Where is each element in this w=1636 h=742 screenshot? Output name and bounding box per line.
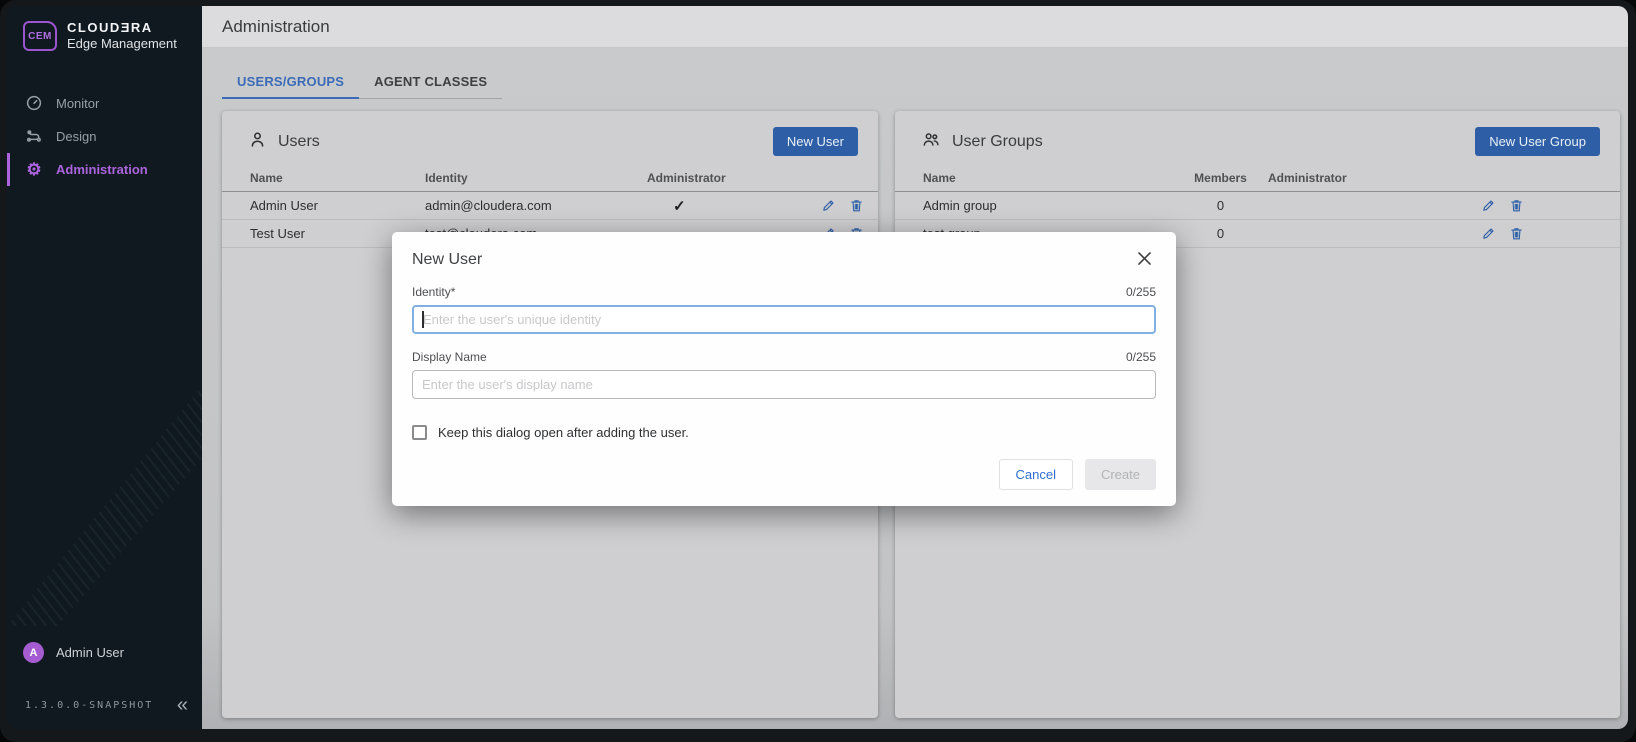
sidebar: CEM CLOUDƎRA Edge Management Monitor xyxy=(7,6,202,729)
sidebar-footer: 1.3.0.0-SNAPSHOT « xyxy=(25,695,188,715)
gear-icon: ⚙ xyxy=(24,161,44,178)
display-name-label: Display Name xyxy=(412,350,487,364)
version-label: 1.3.0.0-SNAPSHOT xyxy=(25,700,153,711)
sidebar-item-monitor[interactable]: Monitor xyxy=(7,87,202,120)
collapse-sidebar-icon[interactable]: « xyxy=(177,695,188,715)
sidebar-stripes-decoration xyxy=(7,386,202,626)
window-frame: CEM CLOUDƎRA Edge Management Monitor xyxy=(0,0,1636,742)
text-caret xyxy=(422,311,424,328)
users-table-header: Name Identity Administrator xyxy=(222,165,878,192)
column-header-members: Members xyxy=(1173,171,1268,185)
identity-input[interactable] xyxy=(412,305,1156,334)
current-user-name: Admin User xyxy=(56,645,124,660)
column-header-name: Name xyxy=(250,171,425,185)
keep-open-checkbox[interactable] xyxy=(412,425,427,440)
brand-name: CLOUDƎRA xyxy=(67,20,177,36)
column-header-administrator: Administrator xyxy=(1268,171,1448,185)
user-groups-panel-title: User Groups xyxy=(952,133,1043,151)
sidebar-item-label: Monitor xyxy=(56,96,99,111)
current-user[interactable]: A Admin User xyxy=(23,642,124,663)
sidebar-item-design[interactable]: Design xyxy=(7,120,202,153)
new-user-dialog: New User Identity* 0/255 xyxy=(392,232,1176,506)
sidebar-item-label: Administration xyxy=(56,162,148,177)
users-panel-title: Users xyxy=(278,133,320,151)
sidebar-nav: Monitor Design ⚙ Administration xyxy=(7,87,202,186)
person-icon xyxy=(248,130,267,154)
flow-design-icon xyxy=(24,127,44,145)
user-name-cell: Admin User xyxy=(250,198,425,213)
sidebar-item-label: Design xyxy=(56,129,96,144)
edit-icon[interactable] xyxy=(1481,226,1496,241)
edit-icon[interactable] xyxy=(1481,198,1496,213)
app-root: CEM CLOUDƎRA Edge Management Monitor xyxy=(7,6,1628,729)
gauge-icon xyxy=(24,94,44,112)
tab-agent-classes[interactable]: AGENT CLASSES xyxy=(359,68,502,99)
identity-label: Identity* xyxy=(412,285,455,299)
group-members-cell: 0 xyxy=(1173,226,1268,241)
cancel-button[interactable]: Cancel xyxy=(999,459,1073,490)
create-button[interactable]: Create xyxy=(1085,459,1156,490)
new-user-button[interactable]: New User xyxy=(773,127,858,156)
display-name-input[interactable] xyxy=(412,370,1156,399)
close-icon[interactable] xyxy=(1133,247,1156,273)
tab-bar: USERS/GROUPS AGENT CLASSES xyxy=(222,68,502,99)
delete-icon[interactable] xyxy=(1509,198,1524,213)
keep-open-option: Keep this dialog open after adding the u… xyxy=(412,425,1156,440)
users-panel-header: Users New User xyxy=(222,111,878,165)
cem-logo-text: CEM xyxy=(28,31,52,42)
display-name-field-group: Display Name 0/255 xyxy=(412,350,1156,399)
page-header: Administration xyxy=(202,6,1628,48)
app-logo: CEM CLOUDƎRA Edge Management xyxy=(7,6,202,53)
product-name: Edge Management xyxy=(67,36,177,52)
cem-logo-icon: CEM xyxy=(23,21,57,51)
user-groups-panel-header: User Groups New User Group xyxy=(895,111,1620,165)
column-header-identity: Identity xyxy=(425,171,647,185)
column-header-name: Name xyxy=(923,171,1173,185)
table-row: Admin group 0 xyxy=(895,192,1620,220)
table-row: Admin User admin@cloudera.com ✓ xyxy=(222,192,878,220)
new-user-group-button[interactable]: New User Group xyxy=(1475,127,1600,156)
identity-char-counter: 0/255 xyxy=(1126,285,1156,299)
groups-table-header: Name Members Administrator xyxy=(895,165,1620,192)
brand-block: CLOUDƎRA Edge Management xyxy=(67,20,177,53)
people-icon xyxy=(921,130,941,154)
page-title: Administration xyxy=(222,17,330,37)
user-identity-cell: admin@cloudera.com xyxy=(425,198,647,213)
column-header-administrator: Administrator xyxy=(647,171,807,185)
keep-open-label: Keep this dialog open after adding the u… xyxy=(438,425,689,440)
identity-field-group: Identity* 0/255 xyxy=(412,285,1156,334)
edit-icon[interactable] xyxy=(821,198,836,213)
group-name-cell: Admin group xyxy=(923,198,1173,213)
sidebar-item-administration[interactable]: ⚙ Administration xyxy=(7,153,202,186)
delete-icon[interactable] xyxy=(849,198,864,213)
dialog-title: New User xyxy=(412,247,482,269)
admin-checkmark-icon: ✓ xyxy=(647,197,807,215)
display-name-char-counter: 0/255 xyxy=(1126,350,1156,364)
delete-icon[interactable] xyxy=(1509,226,1524,241)
group-members-cell: 0 xyxy=(1173,198,1268,213)
avatar: A xyxy=(23,642,44,663)
tab-users-groups[interactable]: USERS/GROUPS xyxy=(222,68,359,99)
